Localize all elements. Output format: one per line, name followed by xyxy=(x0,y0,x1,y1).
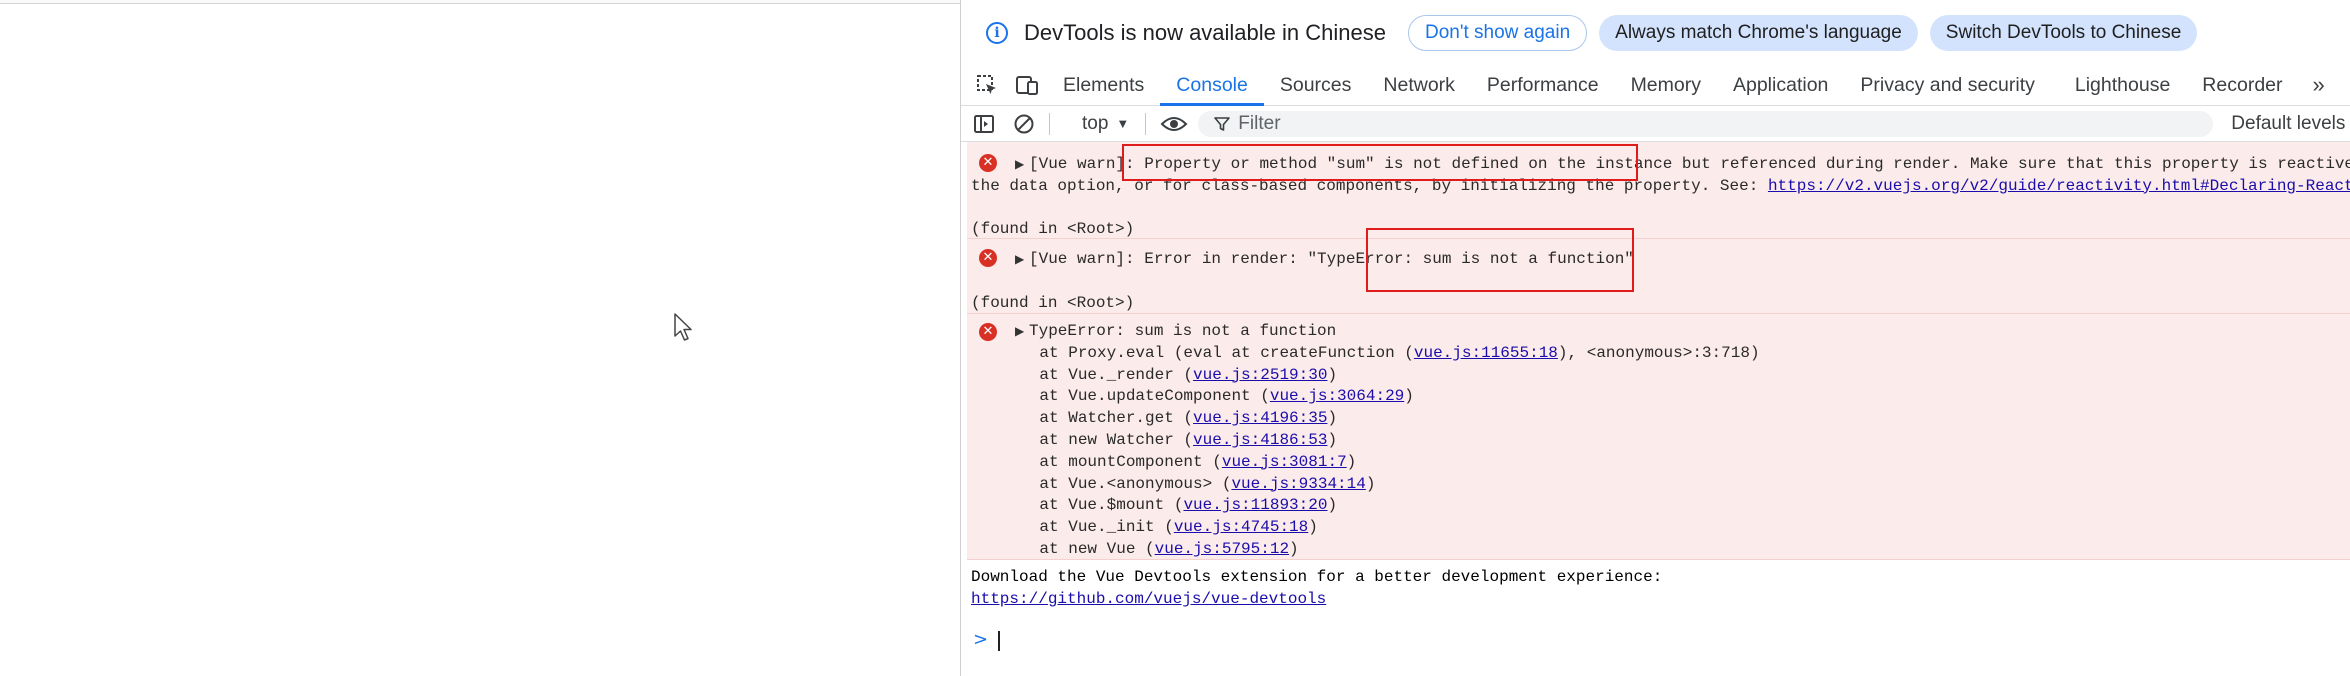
source-link[interactable]: vue.js:2519:30 xyxy=(1193,366,1327,384)
expand-triangle-icon[interactable]: ▶ xyxy=(1015,155,1029,177)
expand-triangle-icon[interactable]: ▶ xyxy=(1015,322,1029,344)
stack-frame-text: at Vue.<anonymous> ( xyxy=(1001,474,1232,493)
stack-frame-text: ) xyxy=(1404,387,1414,406)
context-selector[interactable]: top ▼ xyxy=(1082,113,1129,135)
dont-show-again-button[interactable]: Don't show again xyxy=(1407,14,1588,51)
live-expression-eye-icon[interactable] xyxy=(1160,114,1188,134)
stack-frame-text: at Vue._render ( xyxy=(1001,365,1194,384)
source-link[interactable]: vue.js:3064:29 xyxy=(1270,387,1404,405)
source-link[interactable]: vue.js:11893:20 xyxy=(1183,496,1327,514)
devtools-panel: i DevTools is now available in Chinese D… xyxy=(960,0,2350,676)
stack-frame-text: at mountComponent ( xyxy=(1001,452,1222,471)
filter-input[interactable]: Filter xyxy=(1198,110,2214,137)
tab-network[interactable]: Network xyxy=(1367,65,1471,105)
switch-to-chinese-button[interactable]: Switch DevTools to Chinese xyxy=(1929,14,2198,51)
stack-frame-text: ) xyxy=(1289,539,1299,558)
inspect-element-icon[interactable] xyxy=(975,73,999,97)
sidebar-toggle-icon[interactable] xyxy=(973,113,995,135)
stack-frame-text: ) xyxy=(1327,365,1338,384)
source-link[interactable]: vue.js:3081:7 xyxy=(1222,453,1347,471)
toolbar-divider xyxy=(1145,112,1147,135)
error-icon: ✕ xyxy=(979,323,997,341)
language-notification-bar: i DevTools is now available in Chinese D… xyxy=(961,0,2350,65)
source-link[interactable]: vue.js:4745:18 xyxy=(1174,518,1308,536)
device-toolbar-icon[interactable] xyxy=(1015,73,1039,97)
console-error-message: ✕ ▶ [Vue warn]: Error in render: "TypeErr… xyxy=(967,239,2350,314)
stack-frame: at Watcher.get (vue.js:4196:35) xyxy=(1001,408,1760,430)
stack-frame-text: ) xyxy=(1327,409,1338,428)
error-icon: ✕ xyxy=(979,249,997,267)
found-in-text: (found in <Root>) xyxy=(971,220,1135,239)
tab-privacy-security[interactable]: Privacy and security xyxy=(1844,65,2050,105)
stack-frame-text: ) xyxy=(1365,474,1376,493)
error-title: ▶ TypeError: sum is not a function xyxy=(1015,321,1760,343)
page-viewport[interactable] xyxy=(0,4,960,676)
source-link[interactable]: vue.js:5795:12 xyxy=(1155,540,1289,558)
tab-performance[interactable]: Performance xyxy=(1471,65,1615,105)
mouse-cursor-icon xyxy=(674,313,692,341)
stack-frame: at Proxy.eval (eval at createFunction (v… xyxy=(1001,343,1760,365)
stack-frame-text: at Vue.$mount ( xyxy=(1001,496,1184,515)
vue-devtools-link[interactable]: https://github.com/vuejs/vue-devtools xyxy=(971,590,1326,608)
found-in-text: (found in <Root>) xyxy=(971,293,1135,312)
stack-frame-text: ) xyxy=(1308,518,1318,537)
always-match-language-button[interactable]: Always match Chrome's language xyxy=(1599,14,1918,51)
source-link[interactable]: vue.js:9334:14 xyxy=(1231,475,1365,493)
stack-frame: at Vue.$mount (vue.js:11893:20) xyxy=(1001,495,1760,517)
stack-frame-text: ) xyxy=(1327,430,1338,449)
stack-frame-text: ), <anonymous>:3:718) xyxy=(1557,343,1760,362)
stack-frame: at Vue.updateComponent (vue.js:3064:29) xyxy=(1001,386,1760,408)
toolbar-divider xyxy=(1049,112,1050,135)
stack-frame: at new Watcher (vue.js:4186:53) xyxy=(1001,430,1760,452)
stack-frame-text: ) xyxy=(1346,452,1357,471)
tab-recorder[interactable]: Recorder xyxy=(2186,65,2298,105)
console-toolbar: top ▼ Filter Default levels xyxy=(961,106,2350,142)
stack-frame-text: at new Watcher ( xyxy=(1001,430,1194,449)
stack-frame-text: at new Vue ( xyxy=(1001,539,1155,558)
highlight-box xyxy=(1366,228,1634,292)
source-link[interactable]: vue.js:11655:18 xyxy=(1414,344,1558,362)
stack-frame: at mountComponent (vue.js:3081:7) xyxy=(1001,452,1760,474)
console-messages: ✕ ▶ [Vue warn]: Property or method "sum" … xyxy=(961,142,2350,618)
info-icon: i xyxy=(986,21,1008,44)
stack-frame: at Vue._init (vue.js:4745:18) xyxy=(1001,517,1760,539)
console-info-message: Download the Vue Devtools extension for … xyxy=(967,560,2350,618)
tab-application[interactable]: Application xyxy=(1717,65,1844,105)
docs-link[interactable]: https://v2.vuejs.org/v2/guide/reactivity… xyxy=(1768,177,2350,195)
tab-console[interactable]: Console xyxy=(1160,65,1264,106)
notification-text: DevTools is now available in Chinese xyxy=(1024,19,1386,45)
tab-elements[interactable]: Elements xyxy=(1047,65,1160,105)
chevron-down-icon: ▼ xyxy=(1116,116,1130,131)
tab-sources[interactable]: Sources xyxy=(1264,65,1368,105)
console-input[interactable] xyxy=(998,631,1000,651)
message-text: Download the Vue Devtools extension for … xyxy=(971,568,1663,586)
stack-frame-text: at Proxy.eval (eval at createFunction ( xyxy=(1001,343,1414,362)
source-link[interactable]: vue.js:4186:53 xyxy=(1193,431,1327,449)
log-levels-dropdown[interactable]: Default levels xyxy=(2231,113,2345,135)
source-link[interactable]: vue.js:4196:35 xyxy=(1193,409,1327,427)
context-value: top xyxy=(1082,112,1109,134)
expand-triangle-icon[interactable]: ▶ xyxy=(1015,250,1029,272)
stack-frame-text: at Vue.updateComponent ( xyxy=(1001,387,1270,406)
stack-frame-text: at Vue._init ( xyxy=(1001,518,1174,537)
stack-frame-text: ) xyxy=(1327,496,1338,515)
stack-frame: at new Vue (vue.js:5795:12) xyxy=(1001,539,1760,561)
console-error-message: ✕ ▶ TypeError: sum is not a function at P… xyxy=(967,314,2350,560)
stack-frame: at Vue._render (vue.js:2519:30) xyxy=(1001,365,1760,387)
message-text: TypeError: sum is not a function xyxy=(1029,322,1337,340)
tab-lighthouse[interactable]: Lighthouse xyxy=(2059,65,2186,105)
filter-icon xyxy=(1214,116,1231,131)
tab-memory[interactable]: Memory xyxy=(1615,65,1717,105)
stack-frame-text: at Watcher.get ( xyxy=(1001,409,1194,428)
highlight-box xyxy=(1122,144,1638,181)
console-prompt-icon: > xyxy=(973,629,989,650)
more-tabs-button[interactable]: » xyxy=(2299,65,2339,105)
clear-console-icon[interactable] xyxy=(1013,113,1035,135)
devtools-tab-bar: Elements Console Sources Network Perform… xyxy=(961,65,2350,106)
error-icon: ✕ xyxy=(979,154,997,172)
stack-frame: at Vue.<anonymous> (vue.js:9334:14) xyxy=(1001,474,1760,496)
filter-placeholder: Filter xyxy=(1238,112,1281,134)
